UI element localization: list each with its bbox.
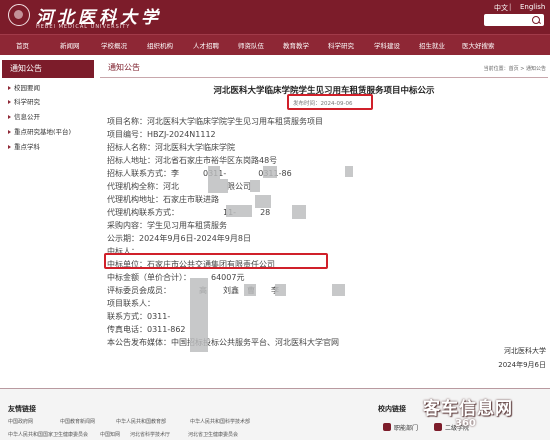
- nav-item-admissions[interactable]: 招生就业: [419, 40, 445, 50]
- site-header: 河北医科大学 HEBEI MEDICAL UNIVERSITY 中文 | Eng…: [0, 0, 550, 34]
- nav-item-organization[interactable]: 组织机构: [147, 40, 173, 50]
- bullet-arrow-icon: [8, 86, 11, 90]
- article-line: 采购内容：学生见习用车租赁服务: [107, 221, 227, 230]
- university-logo-subtitle: HEBEI MEDICAL UNIVERSITY: [36, 24, 131, 30]
- privacy-blur: [208, 166, 220, 179]
- watermark-subtext: 360: [455, 418, 476, 429]
- sidebar-item-campus-news[interactable]: 校园要闻: [2, 82, 94, 95]
- lang-chinese-link[interactable]: 中文: [494, 3, 508, 13]
- friendly-link[interactable]: 中国知网: [100, 431, 120, 438]
- nav-item-recruitment[interactable]: 人才招聘: [193, 40, 219, 50]
- privacy-blur: [332, 284, 345, 296]
- friendly-link[interactable]: 中华人民共和国教育部: [116, 418, 166, 425]
- sidebar-item-disclosure[interactable]: 信息公开: [2, 111, 94, 124]
- article-line: 项目联系人：: [107, 299, 155, 308]
- privacy-blur: [255, 195, 271, 208]
- nav-item-teaching[interactable]: 教育教学: [283, 40, 309, 50]
- bullet-arrow-icon: [8, 130, 11, 134]
- friendly-link[interactable]: 河北省科学技术厅: [130, 431, 170, 438]
- winning-bidder-highlight: [104, 253, 328, 269]
- sidebar-title: 通知公告: [2, 60, 94, 78]
- friendly-link[interactable]: 中国政府网: [8, 418, 33, 425]
- article-line: 联系方式：0311-: [107, 312, 171, 321]
- privacy-blur: [226, 205, 252, 217]
- signature-date: 2024年9月6日: [498, 361, 546, 369]
- friendly-link[interactable]: 中国教育新闻网: [60, 418, 95, 425]
- privacy-blur: [190, 278, 208, 352]
- sidebar-item-research-base[interactable]: 重点研究基地(平台): [2, 126, 94, 139]
- article-line: 本公告发布媒体：中国招标投标公共服务平台、河北医科大学官网: [107, 338, 339, 347]
- friendly-link[interactable]: 中华人民共和国国家卫生健康委员会: [8, 431, 88, 438]
- friendly-link[interactable]: 中华人民共和国科学技术部: [190, 418, 250, 425]
- college-icon: [434, 423, 442, 431]
- friendly-links-title: 友情链接: [8, 405, 36, 413]
- friendly-link[interactable]: 河北省卫生健康委员会: [188, 431, 238, 438]
- breadcrumb[interactable]: 当前位置：首页 > 通知公告: [484, 65, 546, 72]
- privacy-blur: [263, 166, 277, 178]
- watermark-text: 客车信息网: [423, 399, 513, 419]
- bullet-arrow-icon: [8, 115, 11, 119]
- department-icon: [383, 423, 391, 431]
- privacy-blur: [250, 180, 260, 192]
- main-nav: 首页 新闻网 学校概况 组织机构 人才招聘 师资队伍 教育教学 科学研究 学科建…: [0, 34, 550, 55]
- article-line: 代理机构地址：石家庄市联进路: [107, 195, 219, 204]
- article-line: 公示期：2024年9月6日-2024年9月8日: [107, 234, 251, 243]
- privacy-blur: [275, 284, 286, 296]
- campus-link-departments[interactable]: 职能部门: [394, 423, 418, 432]
- article-line: 项目名称：河北医科大学临床学院学生见习用车租赁服务项目: [107, 117, 323, 126]
- nav-item-disciplines[interactable]: 学科建设: [374, 40, 400, 50]
- bullet-arrow-icon: [8, 100, 11, 104]
- nav-item-about[interactable]: 学校概况: [101, 40, 127, 50]
- content-header: 通知公告 当前位置：首页 > 通知公告: [100, 60, 548, 78]
- publish-date-highlight: [287, 94, 373, 110]
- nav-item-research[interactable]: 科学研究: [328, 40, 354, 50]
- signature-organization: 河北医科大学: [504, 347, 546, 355]
- article-line: 中标金额（单价合计）： 64007元: [107, 273, 245, 282]
- sidebar-item-label: 校园要闻: [14, 84, 40, 92]
- campus-links-title: 校内链接: [378, 405, 406, 413]
- sidebar-item-key-disciplines[interactable]: 重点学科: [2, 141, 94, 154]
- nav-item-home[interactable]: 首页: [16, 40, 29, 50]
- search-icon[interactable]: [532, 16, 540, 24]
- privacy-blur: [292, 205, 306, 219]
- privacy-blur: [345, 166, 353, 177]
- article-line: 招标人名称：河北医科大学临床学院: [107, 143, 235, 152]
- sidebar-item-label: 重点学科: [14, 143, 40, 151]
- sidebar-item-label: 科学研究: [14, 98, 40, 106]
- university-emblem-icon[interactable]: [8, 4, 30, 26]
- privacy-blur: [208, 179, 228, 193]
- sidebar-item-research[interactable]: 科学研究: [2, 96, 94, 109]
- article-line: 代理机构全称：河北 限公司: [107, 182, 251, 191]
- article-line: 传真电话：0311-862: [107, 325, 186, 334]
- nav-item-search[interactable]: 医大好搜索: [462, 40, 495, 50]
- content-section-title: 通知公告: [108, 63, 140, 72]
- bullet-arrow-icon: [8, 145, 11, 149]
- nav-item-faculty[interactable]: 师资队伍: [238, 40, 264, 50]
- article-line: 招标人地址：河北省石家庄市裕华区东岗路48号: [107, 156, 278, 165]
- lang-separator: |: [509, 3, 512, 11]
- privacy-blur: [244, 284, 256, 296]
- nav-item-news[interactable]: 新闻网: [60, 40, 80, 50]
- sidebar-item-label: 重点研究基地(平台): [14, 128, 72, 136]
- sidebar-item-label: 信息公开: [14, 113, 40, 121]
- lang-english-link[interactable]: English: [520, 3, 545, 11]
- article-line: 项目编号：HBZJ-2024N1112: [107, 130, 216, 139]
